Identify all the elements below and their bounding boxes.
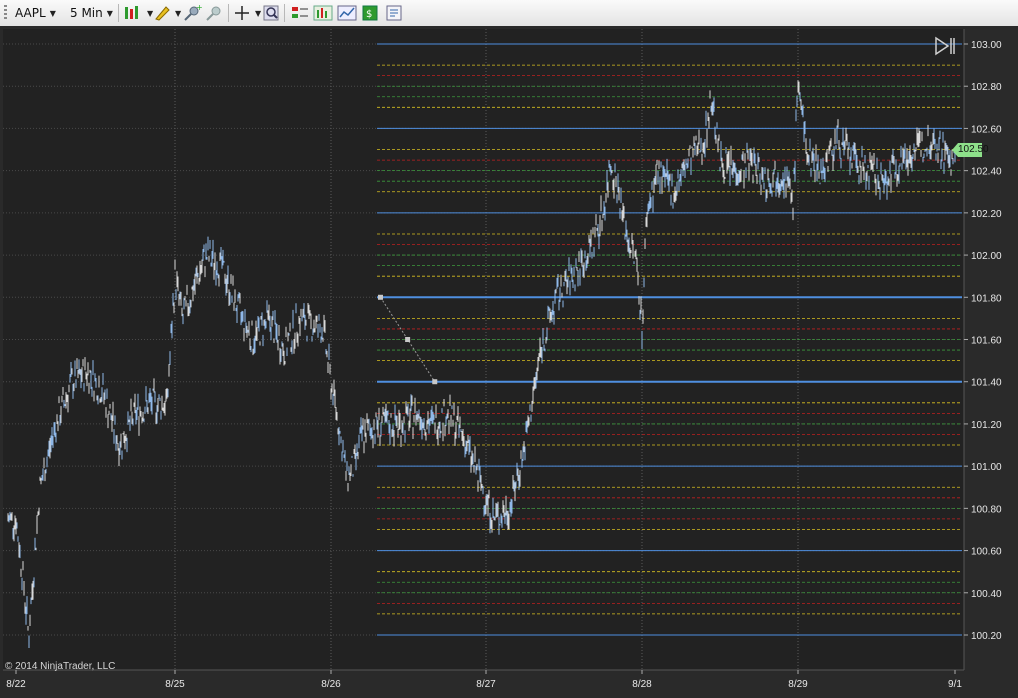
time-tick-label: 8/26 [321, 679, 341, 690]
chevron-down-icon: ▼ [255, 8, 262, 18]
price-tick-label: 100.80 [971, 504, 1002, 515]
current-price-label: 102.50 [958, 143, 989, 157]
time-tick-label: 9/1 [948, 679, 962, 690]
chart-properties-icon [337, 5, 357, 21]
chevron-down-icon: ▼ [106, 8, 113, 18]
svg-text:+: + [196, 4, 202, 12]
strategy-button[interactable] [290, 3, 310, 23]
zoom-in-icon: + [184, 4, 202, 21]
time-tick-label: 8/22 [6, 679, 26, 690]
zoom-out-icon [206, 6, 221, 21]
price-tick-label: 102.20 [971, 209, 1002, 220]
chevron-down-icon: ▼ [49, 8, 56, 18]
time-tick-label: 8/27 [476, 679, 496, 690]
crosshair-icon [235, 6, 249, 20]
price-tick-label: 103.00 [971, 40, 1002, 51]
price-tick-label: 102.40 [971, 167, 1002, 178]
chart-toolbar: AAPL ▼ 5 Min ▼ ▼ ▼ + ▼ $ [0, 0, 1018, 27]
account-icon: $ [362, 5, 378, 21]
interval-label: 5 Min [70, 6, 103, 20]
time-tick-label: 8/28 [632, 679, 652, 690]
bar-type-button[interactable]: ▼ [123, 3, 153, 23]
crosshair-button[interactable]: ▼ [233, 3, 261, 23]
price-tick-label: 100.60 [971, 547, 1002, 558]
price-tick-label: 101.60 [971, 336, 1002, 347]
strategy-icon [292, 7, 308, 18]
account-button[interactable]: $ [361, 3, 381, 23]
ruler-anchor[interactable] [378, 294, 383, 300]
price-tick-label: 101.00 [971, 462, 1002, 473]
templates-button[interactable] [385, 3, 405, 23]
price-tick-label: 102.00 [971, 251, 1002, 262]
ruler-anchor[interactable] [432, 379, 438, 385]
time-tick-label: 8/25 [165, 679, 185, 690]
chevron-down-icon: ▼ [175, 8, 182, 18]
magnifier-button[interactable] [262, 3, 280, 23]
price-tick-label: 101.40 [971, 378, 1002, 389]
templates-icon [386, 5, 402, 21]
zoom-in-button[interactable]: + [182, 3, 202, 23]
price-tick-label: 102.80 [971, 82, 1002, 93]
interval-selector[interactable]: 5 Min ▼ [70, 3, 113, 23]
time-tick-label: 8/29 [788, 679, 808, 690]
drawing-tool-button[interactable]: ▼ [153, 3, 181, 23]
indicators-button[interactable] [313, 3, 333, 23]
instrument-selector[interactable]: AAPL ▼ [15, 3, 56, 23]
price-tick-label: 101.20 [971, 420, 1002, 431]
drawing-tool-icon [155, 6, 170, 21]
price-tick-label: 101.80 [971, 293, 1002, 304]
scroll-end-icon [935, 36, 955, 56]
chart-canvas[interactable]: 103.00 102.80 102.60 102.40 102.20 102.00 101.… [0, 26, 1018, 698]
magnifier-icon [263, 5, 279, 21]
zoom-out-button[interactable] [204, 3, 224, 23]
price-tick-label: 100.40 [971, 589, 1002, 600]
grip-icon[interactable] [4, 5, 7, 21]
chart-properties-button[interactable] [337, 3, 357, 23]
ruler-anchor[interactable] [405, 337, 411, 342]
copyright-text: © 2014 NinjaTrader, LLC [5, 661, 116, 672]
price-tick-label: 102.60 [971, 124, 1002, 135]
instrument-label: AAPL [15, 6, 46, 20]
scroll-to-end-button[interactable] [934, 36, 956, 56]
price-chart[interactable]: 103.00 102.80 102.60 102.40 102.20 102.00 101.… [0, 26, 1018, 698]
bar-type-icon [125, 6, 138, 19]
current-price-marker: 102.50 [952, 143, 989, 157]
plot-area[interactable] [3, 29, 964, 670]
indicators-icon [313, 5, 333, 21]
price-tick-label: 100.20 [971, 631, 1002, 642]
svg-text:$: $ [366, 9, 372, 20]
